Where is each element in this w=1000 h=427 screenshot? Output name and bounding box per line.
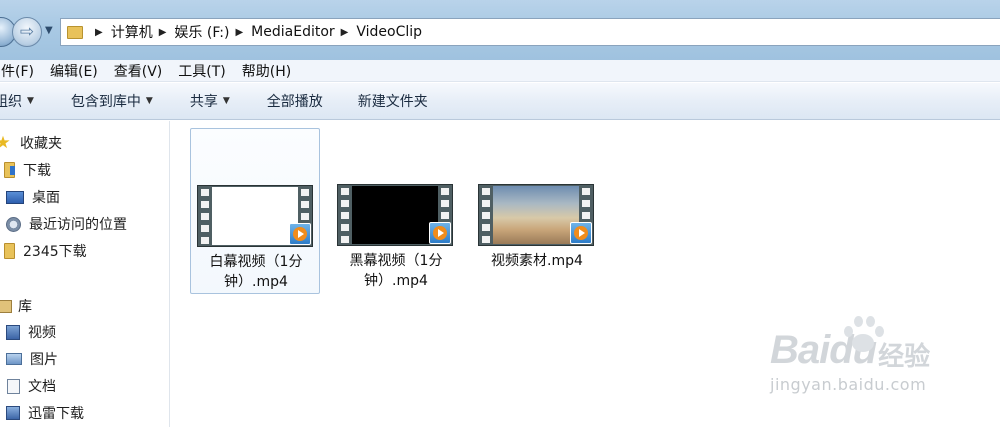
share-button[interactable]: 共享 ▼ [190, 91, 230, 111]
sidebar-item-label: 图片 [30, 352, 58, 368]
film-sprockets [482, 188, 490, 244]
sidebar-item-label: 文档 [28, 379, 56, 395]
pictures-library-icon [6, 353, 22, 365]
video-frame-black [352, 186, 438, 244]
folder-icon [67, 25, 83, 39]
file-item-white-video[interactable]: 白幕视频（1分 钟）.mp4 [190, 128, 320, 294]
film-sprockets [201, 189, 209, 245]
sidebar-item-2345-downloads[interactable]: 2345下载 [0, 241, 87, 261]
star-icon: ★ [0, 133, 11, 153]
desktop-icon [6, 190, 24, 204]
navigation-pane: ★ 收藏夹 下载 桌面 最近访问的位置 2345下载 库 视频 图片 文档 迅雷… [0, 121, 170, 427]
library-icon [0, 299, 12, 313]
file-name-line: 黑幕视频（1分 [349, 253, 443, 269]
video-thumbnail [197, 185, 313, 247]
command-toolbar: 组织 ▼ 包含到库中 ▼ 共享 ▼ 全部播放 新建文件夹 [0, 83, 1000, 120]
share-label: 共享 [189, 94, 218, 110]
file-item-video-material[interactable]: 视频素材.mp4 [472, 128, 602, 294]
sidebar-item-label: 最近访问的位置 [29, 217, 127, 233]
media-player-icon [429, 222, 451, 244]
sidebar-item-videos[interactable]: 视频 [0, 322, 56, 342]
sidebar-item-label: 下载 [23, 163, 51, 179]
video-frame-sky [493, 186, 579, 244]
new-folder-label: 新建文件夹 [357, 94, 428, 110]
recent-pages-dropdown-icon[interactable]: ▼ [45, 25, 53, 36]
chevron-down-icon: ▼ [145, 96, 153, 106]
menu-help[interactable]: 帮助(H) [234, 61, 299, 81]
watermark-cn: 经验 [878, 342, 931, 372]
breadcrumb-separator-icon[interactable]: ▶ [235, 27, 243, 38]
video-thumbnail [337, 184, 453, 246]
new-folder-button[interactable]: 新建文件夹 [358, 91, 428, 111]
paw-logo-icon [840, 314, 884, 354]
sidebar-item-xunlei-downloads[interactable]: 迅雷下载 [0, 403, 84, 423]
menu-file[interactable]: 件(F) [0, 61, 42, 81]
download-folder-icon [4, 162, 15, 178]
address-bar-area: ⇨ ▼ ▶ 计算机 ▶ 娱乐 (F:) ▶ MediaEditor ▶ Vide… [0, 0, 1000, 60]
breadcrumb-computer[interactable]: 计算机 [111, 22, 153, 42]
breadcrumb-separator-icon[interactable]: ▶ [159, 27, 167, 38]
file-name-line: 视频素材.mp4 [491, 253, 583, 269]
sidebar-favorites[interactable]: ★ 收藏夹 [0, 133, 62, 153]
sidebar-item-pictures[interactable]: 图片 [0, 349, 58, 369]
xunlei-library-icon [6, 406, 20, 420]
forward-arrow-icon: ⇨ [19, 22, 35, 42]
file-name-line: 钟）.mp4 [224, 274, 288, 290]
file-name: 白幕视频（1分 钟）.mp4 [191, 252, 321, 292]
organize-button[interactable]: 组织 ▼ [0, 91, 34, 111]
file-name-line: 白幕视频（1分 [209, 254, 303, 270]
sidebar-item-downloads[interactable]: 下载 [0, 160, 51, 180]
organize-label: 组织 [0, 94, 22, 110]
sidebar-libraries[interactable]: 库 [0, 296, 32, 316]
sidebar-item-label: 桌面 [32, 190, 60, 206]
file-name-line: 钟）.mp4 [364, 273, 428, 289]
sidebar-libraries-label: 库 [18, 299, 32, 315]
file-item-black-video[interactable]: 黑幕视频（1分 钟）.mp4 [331, 128, 461, 294]
breadcrumb-mediaeditor[interactable]: MediaEditor [251, 24, 334, 40]
menu-tools[interactable]: 工具(T) [170, 61, 233, 81]
recent-places-icon [6, 216, 21, 232]
baidu-jingyan-watermark: Baidu 经验 jingyan.baidu.com [770, 316, 995, 410]
breadcrumb-videoclip[interactable]: VideoClip [356, 24, 422, 40]
sidebar-favorites-label: 收藏夹 [20, 136, 62, 152]
watermark-url: jingyan.baidu.com [770, 375, 927, 394]
sidebar-item-documents[interactable]: 文档 [0, 376, 56, 396]
forward-button[interactable]: ⇨ [12, 17, 42, 47]
film-sprockets [341, 188, 349, 244]
breadcrumb-separator-icon[interactable]: ▶ [341, 27, 349, 38]
documents-library-icon [7, 378, 20, 394]
play-all-label: 全部播放 [266, 94, 323, 110]
file-name: 黑幕视频（1分 钟）.mp4 [331, 251, 461, 291]
video-library-icon [6, 324, 20, 340]
sidebar-item-recent-places[interactable]: 最近访问的位置 [0, 214, 127, 234]
folder-icon [4, 243, 15, 259]
chevron-down-icon: ▼ [27, 96, 34, 106]
menu-view[interactable]: 查看(V) [106, 61, 171, 81]
sidebar-item-label: 迅雷下载 [28, 406, 84, 422]
media-player-icon [289, 223, 311, 245]
sidebar-item-label: 视频 [28, 325, 56, 341]
sidebar-item-desktop[interactable]: 桌面 [0, 187, 60, 207]
play-all-button[interactable]: 全部播放 [267, 91, 323, 111]
menu-edit[interactable]: 编辑(E) [42, 61, 106, 81]
include-library-label: 包含到库中 [70, 94, 141, 110]
menu-bar: 件(F) 编辑(E) 查看(V) 工具(T) 帮助(H) [0, 60, 1000, 82]
address-box[interactable]: ▶ 计算机 ▶ 娱乐 (F:) ▶ MediaEditor ▶ VideoCli… [60, 18, 1000, 46]
breadcrumb-drive[interactable]: 娱乐 (F:) [174, 22, 229, 42]
chevron-down-icon: ▼ [222, 96, 230, 106]
sidebar-item-label: 2345下载 [23, 244, 87, 260]
breadcrumb-separator-icon[interactable]: ▶ [95, 27, 103, 38]
file-name: 视频素材.mp4 [472, 251, 602, 271]
include-in-library-button[interactable]: 包含到库中 ▼ [71, 91, 153, 111]
video-frame-white [212, 187, 298, 245]
media-player-icon [570, 222, 592, 244]
video-thumbnail [478, 184, 594, 246]
